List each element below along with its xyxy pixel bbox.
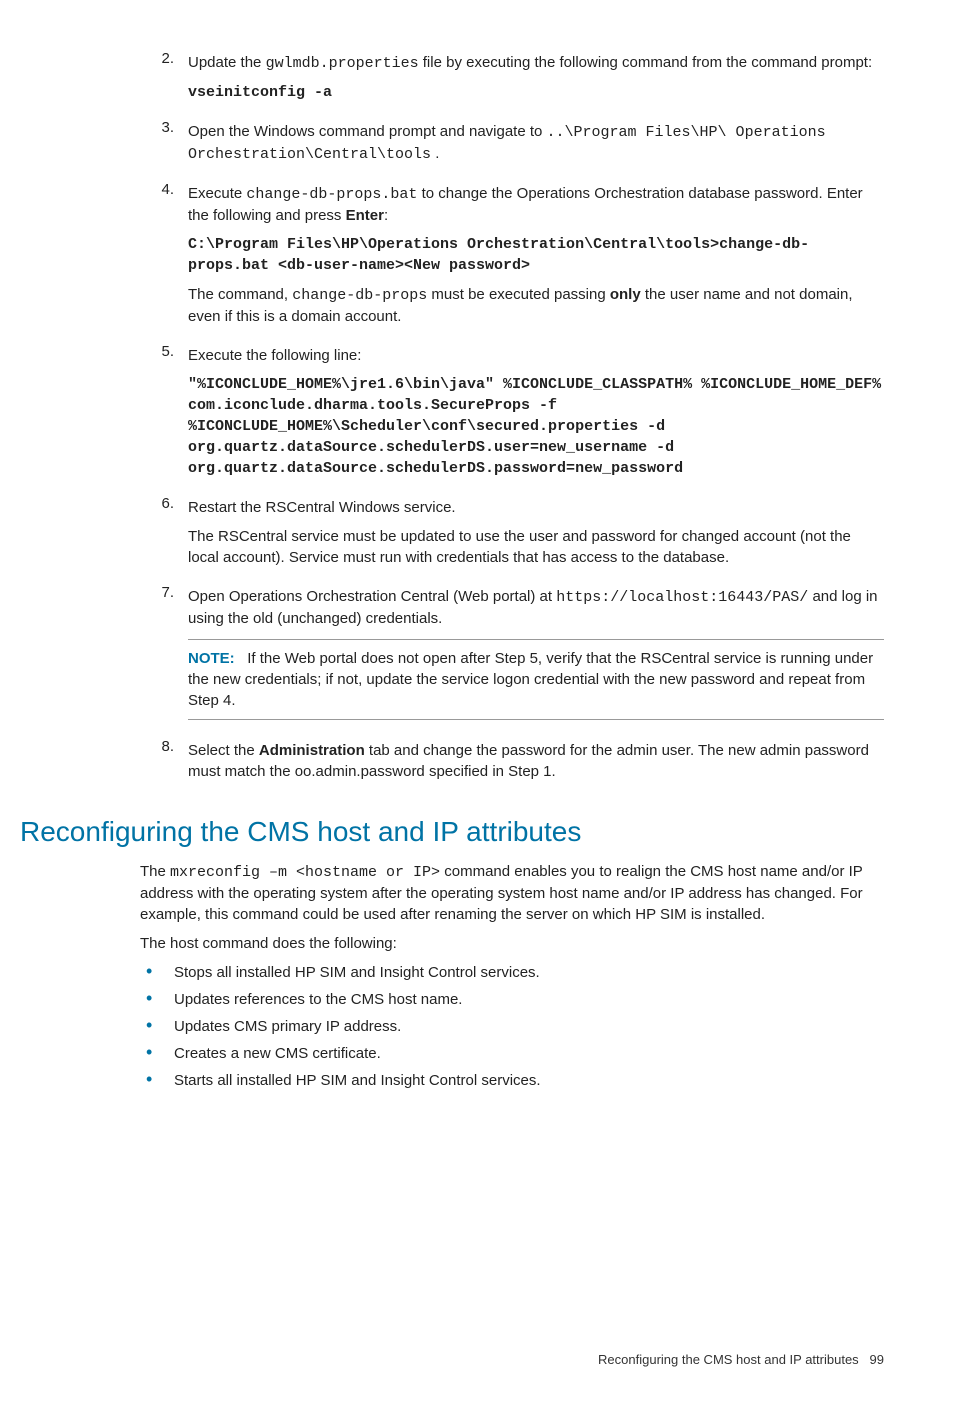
bullet-icon: • [140, 1016, 174, 1037]
step-3: 3. Open the Windows command prompt and n… [140, 117, 884, 173]
step-note: The RSCentral service must be updated to… [188, 526, 884, 568]
command-block: vseinitconfig -a [188, 82, 884, 103]
bullet-icon: • [140, 989, 174, 1010]
step-number: 8. [140, 736, 188, 790]
inline-code: change-db-props [292, 287, 427, 304]
step-text: Open Operations Orchestration Central (W… [188, 586, 884, 629]
inline-code: change-db-props.bat [246, 186, 417, 203]
note-callout: NOTE: If the Web portal does not open af… [188, 639, 884, 720]
step-number: 4. [140, 179, 188, 335]
step-number: 7. [140, 582, 188, 730]
step-7: 7. Open Operations Orchestration Central… [140, 582, 884, 730]
bullet-list: •Stops all installed HP SIM and Insight … [140, 962, 884, 1091]
step-text: Update the gwlmdb.properties file by exe… [188, 52, 884, 74]
step-8: 8. Select the Administration tab and cha… [140, 736, 884, 790]
list-item: •Stops all installed HP SIM and Insight … [140, 962, 884, 983]
step-text: Select the Administration tab and change… [188, 740, 884, 782]
step-4: 4. Execute change-db-props.bat to change… [140, 179, 884, 335]
inline-code: https://localhost:16443/PAS/ [556, 589, 808, 606]
bullet-icon: • [140, 1070, 174, 1091]
inline-code: gwlmdb.properties [266, 55, 419, 72]
command-block: C:\Program Files\HP\Operations Orchestra… [188, 234, 884, 276]
step-text: Execute change-db-props.bat to change th… [188, 183, 884, 226]
step-number: 3. [140, 117, 188, 173]
section-heading: Reconfiguring the CMS host and IP attrib… [20, 812, 884, 851]
page-number: 99 [870, 1352, 884, 1367]
section-paragraph: The mxreconfig –m <hostname or IP> comma… [140, 861, 884, 925]
step-number: 2. [140, 48, 188, 111]
bold-text: Enter [346, 207, 384, 224]
step-5: 5. Execute the following line: "%ICONCLU… [140, 341, 884, 487]
list-item: •Creates a new CMS certificate. [140, 1043, 884, 1064]
step-text: Execute the following line: [188, 345, 884, 366]
bold-text: only [610, 286, 641, 303]
note-label: NOTE: [188, 650, 235, 667]
note-body: If the Web portal does not open after St… [188, 650, 873, 709]
step-text: Restart the RSCentral Windows service. [188, 497, 884, 518]
step-number: 5. [140, 341, 188, 487]
bullet-icon: • [140, 962, 174, 983]
bold-text: Administration [259, 742, 365, 759]
step-6: 6. Restart the RSCentral Windows service… [140, 493, 884, 576]
list-item: •Updates references to the CMS host name… [140, 989, 884, 1010]
footer-title: Reconfiguring the CMS host and IP attrib… [598, 1352, 859, 1367]
inline-code: mxreconfig –m <hostname or IP> [170, 864, 440, 881]
command-block: "%ICONCLUDE_HOME%\jre1.6\bin\java" %ICON… [188, 374, 884, 479]
step-2: 2. Update the gwlmdb.properties file by … [140, 48, 884, 111]
page-footer: Reconfiguring the CMS host and IP attrib… [80, 1351, 884, 1369]
list-item: •Starts all installed HP SIM and Insight… [140, 1070, 884, 1091]
step-note: The command, change-db-props must be exe… [188, 284, 884, 327]
step-text: Open the Windows command prompt and navi… [188, 121, 884, 165]
section-paragraph: The host command does the following: [140, 933, 884, 954]
step-number: 6. [140, 493, 188, 576]
bullet-icon: • [140, 1043, 174, 1064]
list-item: •Updates CMS primary IP address. [140, 1016, 884, 1037]
